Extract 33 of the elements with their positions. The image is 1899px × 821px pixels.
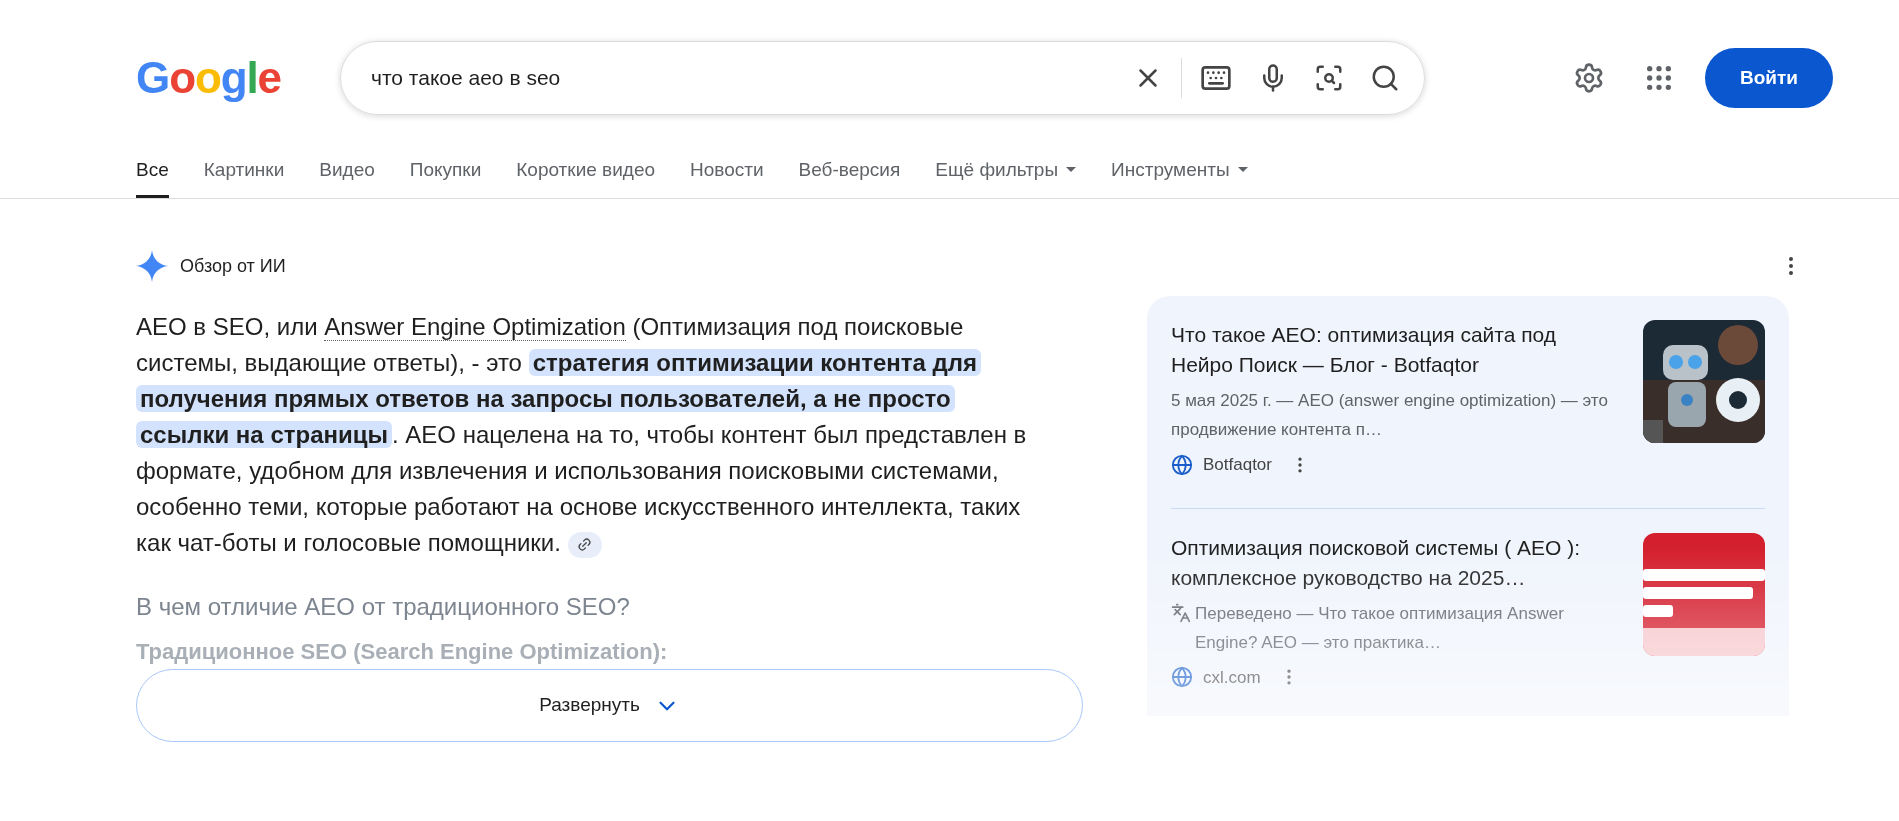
answer-link[interactable]: Answer Engine Optimization	[324, 313, 626, 341]
faded-heading: Традиционное SEO (Search Engine Optimization):	[136, 638, 669, 666]
site-icon	[1171, 666, 1193, 689]
site-name: Botfaqtor	[1203, 454, 1272, 476]
result-title[interactable]: Оптимизация поисковой системы ( AEO ): комплексное руководство на 2025…	[1171, 532, 1619, 593]
site-icon	[1171, 453, 1193, 476]
result-title[interactable]: Что такое AEO: оптимизация сайта под Нейро Поиск — Блог - Botfaqtor	[1171, 320, 1619, 380]
search-tab[interactable]: Все	[136, 155, 169, 198]
search-tab[interactable]: Новости	[690, 155, 764, 198]
section-heading: В чем отличие AEO от традиционного SEO?	[136, 592, 631, 622]
result-snippet: Переведено — Что такое оптимизация Answer Engine? AEO — это практика…	[1195, 602, 1565, 654]
search-icon[interactable]	[1370, 63, 1400, 93]
overview-title: Обзор от ИИ	[180, 254, 286, 278]
google-logo[interactable]: Google	[136, 45, 340, 111]
answer-paragraph: AEO в SEO, или Answer Engine Optimization (Оптимизация под поисковые системы, выдающие ответы), - это стратегия оптимизации контента для получения прямых ответов на запросы пользователей, а не просто ссылки на страницы . AEO нацелена на то, чтобы контент был представлен в формате, удобном для извлечения и использования поисковыми системами, особенно теми, которые работают на основе искусственного интеллекта, таких как чат-боты и голосовые помощники.	[136, 312, 1028, 560]
caret-icon	[1066, 167, 1077, 173]
search-tab[interactable]: Покупки	[409, 155, 482, 198]
sign-in-button[interactable]: Войти	[1705, 48, 1833, 108]
camera-icon[interactable]	[1314, 63, 1344, 93]
translate-icon	[1171, 602, 1191, 623]
search-tab[interactable]: Веб-версия	[798, 155, 901, 198]
search-tab[interactable]: Видео	[319, 155, 375, 198]
search-tab[interactable]: Ещё фильтры	[935, 155, 1077, 198]
site-name: cxl.com	[1203, 666, 1261, 689]
caret-icon	[1237, 167, 1248, 173]
search-tab[interactable]: Картинки	[203, 155, 285, 198]
citation-link-button[interactable]	[567, 531, 602, 558]
result-snippet: 5 мая 2025 г. — AEO (answer engine optimization) — это продвижение контента п…	[1171, 390, 1609, 441]
search-tab[interactable]: Короткие видео	[516, 155, 656, 198]
search-tab[interactable]: Инструменты	[1111, 155, 1248, 198]
settings-icon[interactable]	[1573, 62, 1605, 94]
sparkle-icon	[136, 250, 168, 282]
search-query: что такое aeo в seo	[371, 65, 562, 92]
